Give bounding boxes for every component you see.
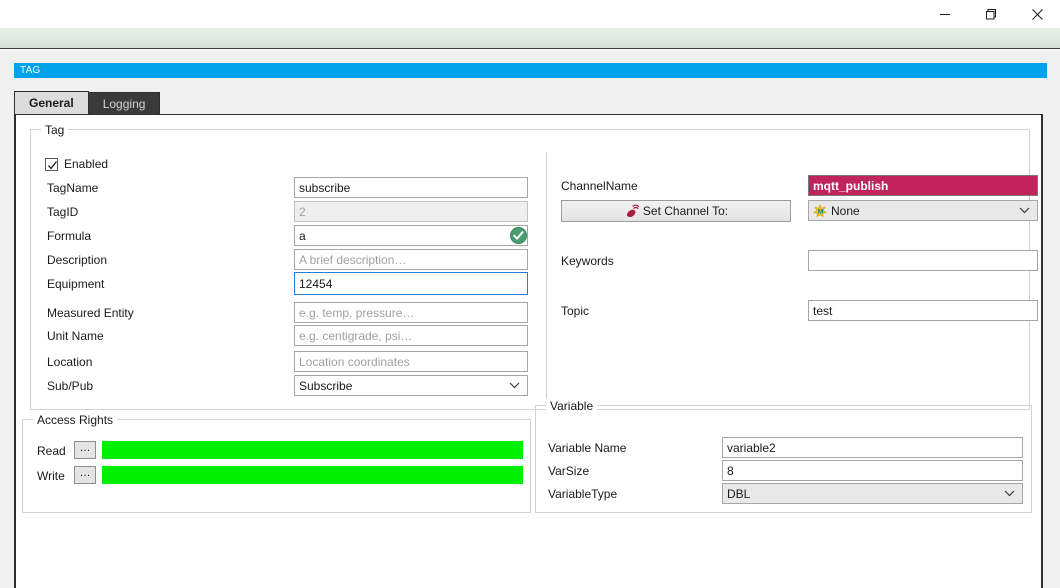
variable-groupbox: Variable Variable Name variable2 VarSize…	[535, 399, 1032, 513]
label-variable-name: Variable Name	[548, 441, 627, 455]
label-channelname: ChannelName	[561, 179, 638, 193]
measurement-star-icon: M	[813, 203, 827, 218]
label-subpub: Sub/Pub	[47, 379, 94, 393]
subpub-select[interactable]: Subscribe	[294, 375, 528, 396]
write-browse-button[interactable]: …	[74, 466, 96, 484]
variabletype-select[interactable]: DBL	[722, 483, 1023, 504]
read-browse-label: …	[79, 441, 91, 454]
close-button[interactable]	[1014, 0, 1060, 28]
read-access-bar[interactable]	[102, 441, 523, 459]
label-tagname: TagName	[47, 181, 99, 195]
label-description: Description	[47, 253, 108, 267]
window-titlebar	[0, 0, 1060, 28]
tab-general[interactable]: General	[14, 91, 89, 114]
signal-icon	[624, 204, 639, 218]
tag-configuration-window: TAG General Logging Tag Enabled TagName …	[0, 0, 1060, 588]
channel-select-value: None	[831, 203, 860, 218]
label-topic: Topic	[561, 304, 590, 318]
location-input[interactable]: Location coordinates	[294, 351, 528, 372]
label-unit-name: Unit Name	[47, 329, 104, 343]
toolbar-band	[0, 28, 1060, 49]
variabletype-value: DBL	[727, 486, 751, 501]
unit-name-placeholder: e.g. centigrade, psi…	[299, 328, 413, 343]
topic-input[interactable]: test	[808, 300, 1038, 321]
tagid-value: 2	[299, 204, 306, 219]
channelname-input[interactable]: mqtt_publish	[808, 175, 1038, 196]
formula-value: a	[299, 228, 306, 243]
restore-button[interactable]	[968, 0, 1014, 28]
svg-text:M: M	[818, 208, 823, 215]
subpub-value: Subscribe	[299, 378, 353, 393]
enabled-checkbox[interactable]	[45, 157, 58, 171]
varsize-value: 8	[727, 463, 734, 478]
minimize-button[interactable]	[922, 0, 968, 28]
tag-header-title: TAG	[20, 65, 41, 76]
tab-logging[interactable]: Logging	[87, 92, 161, 114]
access-rights-groupbox: Access Rights Read … Write …	[22, 413, 531, 513]
equipment-value: 12454	[299, 276, 333, 291]
enabled-label: Enabled	[64, 157, 109, 171]
tab-logging-label: Logging	[102, 96, 146, 111]
chevron-down-icon	[1004, 484, 1015, 503]
label-measured-entity: Measured Entity	[47, 306, 134, 320]
label-read: Read	[37, 444, 66, 458]
tag-groupbox-legend: Tag	[41, 123, 69, 137]
label-formula: Formula	[47, 229, 92, 243]
label-write: Write	[37, 469, 65, 483]
label-variabletype: VariableType	[548, 487, 618, 501]
formula-valid-check-icon	[510, 227, 527, 244]
variable-name-input[interactable]: variable2	[722, 437, 1023, 458]
write-browse-label: …	[79, 466, 91, 479]
set-channel-to-button[interactable]: Set Channel To:	[561, 200, 791, 222]
channel-select[interactable]: M None	[808, 200, 1038, 221]
tag-groupbox: Tag Enabled TagName TagID Formula Descri…	[30, 123, 1038, 410]
chevron-down-icon	[509, 376, 520, 395]
measured-entity-placeholder: e.g. temp, pressure…	[299, 305, 415, 320]
set-channel-to-label: Set Channel To:	[642, 204, 729, 218]
unit-name-input[interactable]: e.g. centigrade, psi…	[294, 325, 528, 346]
variable-name-value: variable2	[727, 440, 776, 455]
groupbox-divider	[546, 152, 547, 407]
read-browse-button[interactable]: …	[74, 441, 96, 459]
tab-content-panel: Tag Enabled TagName TagID Formula Descri…	[14, 114, 1043, 588]
description-input[interactable]: A brief description…	[294, 249, 528, 270]
label-location: Location	[47, 355, 93, 369]
tag-header-bar: TAG	[14, 63, 1047, 78]
description-placeholder: A brief description…	[299, 252, 407, 267]
equipment-input[interactable]: 12454	[294, 272, 528, 295]
measured-entity-input[interactable]: e.g. temp, pressure…	[294, 302, 528, 323]
location-placeholder: Location coordinates	[299, 354, 410, 369]
label-tagid: TagID	[47, 205, 79, 219]
tab-general-label: General	[29, 96, 74, 110]
keywords-input[interactable]	[808, 250, 1038, 271]
topic-value: test	[813, 303, 833, 318]
label-equipment: Equipment	[47, 277, 105, 291]
channelname-value: mqtt_publish	[813, 178, 889, 193]
chevron-down-icon	[1019, 201, 1030, 220]
enabled-checkbox-row[interactable]: Enabled	[45, 157, 108, 171]
tagname-input[interactable]: subscribe	[294, 177, 528, 198]
write-access-bar[interactable]	[102, 466, 523, 484]
variable-legend: Variable	[546, 399, 598, 413]
tagname-value: subscribe	[299, 180, 351, 195]
tagid-input: 2	[294, 201, 528, 222]
label-keywords: Keywords	[561, 254, 614, 268]
label-varsize: VarSize	[548, 464, 590, 478]
access-rights-legend: Access Rights	[33, 413, 118, 427]
tabstrip: General Logging	[14, 91, 1043, 114]
varsize-input[interactable]: 8	[722, 460, 1023, 481]
formula-input[interactable]: a	[294, 225, 528, 246]
